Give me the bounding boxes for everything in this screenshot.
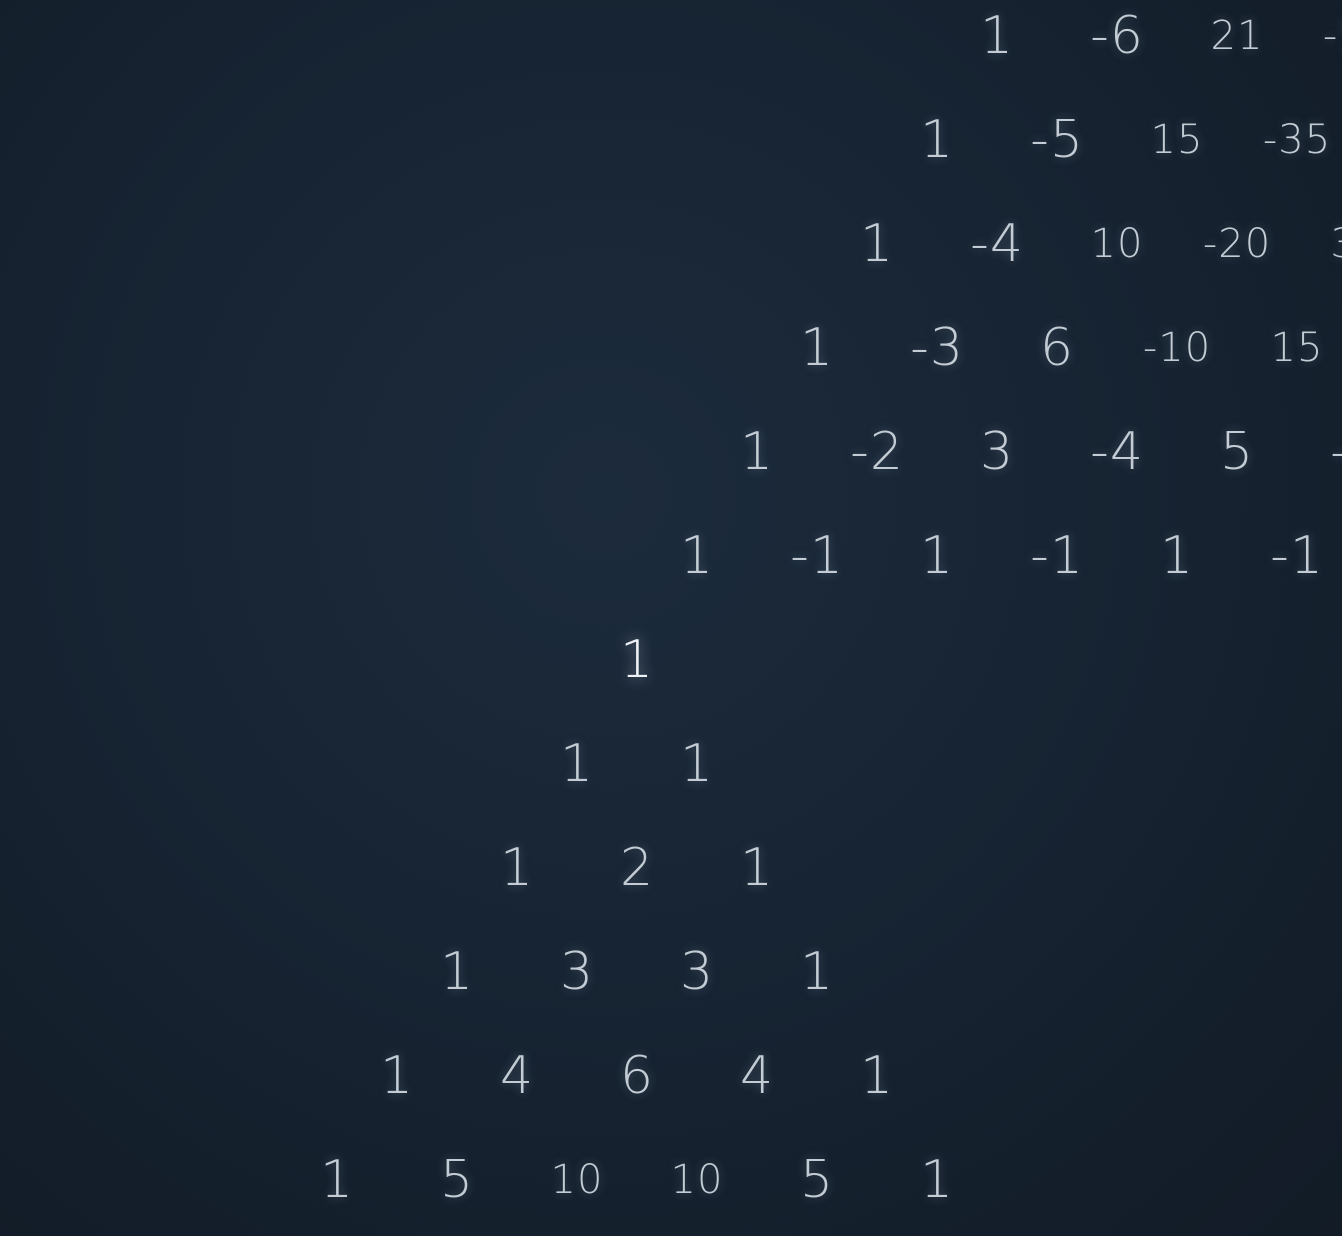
negative-row-4-entry-0: 1 <box>859 214 895 274</box>
negative-row-4-entry-2: 10 <box>1090 221 1144 267</box>
negative-row-1-entry-0: 1 <box>679 526 715 586</box>
negative-row-2-entry-2: 3 <box>979 422 1015 482</box>
positive-row-4-entry-2: 6 <box>619 1046 655 1106</box>
positive-row-4-entry-1: 4 <box>499 1046 535 1106</box>
negative-row-6-entry-0: 1 <box>979 6 1015 66</box>
positive-row-2-entry-2: 1 <box>739 838 775 898</box>
negative-row-2-entry-0: 1 <box>739 422 775 482</box>
negative-row-2-entry-4: 5 <box>1219 422 1255 482</box>
negative-row-3-entry-1: -3 <box>910 318 964 378</box>
positive-row-5-entry-3: 10 <box>670 1157 724 1203</box>
positive-row-1-entry-1: 1 <box>679 734 715 794</box>
positive-row-4-entry-0: 1 <box>379 1046 415 1106</box>
positive-row-3-entry-3: 1 <box>799 942 835 1002</box>
positive-row-5-entry-0: 1 <box>319 1150 355 1210</box>
negative-row-5-entry-3: -35 <box>1262 117 1332 163</box>
negative-row-4-entry-3: -20 <box>1202 221 1272 267</box>
positive-row-3-entry-1: 3 <box>559 942 595 1002</box>
negative-row-5-entry-1: -5 <box>1030 110 1084 170</box>
negative-row-4-entry-1: -4 <box>970 214 1024 274</box>
negative-row-6-entry-3: -56 <box>1322 13 1342 59</box>
negative-row-5-entry-0: 1 <box>919 110 955 170</box>
negative-row-3-entry-3: -10 <box>1142 325 1212 371</box>
negative-row-3-entry-0: 1 <box>799 318 835 378</box>
negative-row-2-entry-1: -2 <box>850 422 904 482</box>
positive-row-4-entry-3: 4 <box>739 1046 775 1106</box>
positive-row-5-entry-2: 10 <box>550 1157 604 1203</box>
negative-row-2-entry-5: -6 <box>1330 426 1342 478</box>
positive-row-5-entry-1: 5 <box>439 1150 475 1210</box>
positive-row-3-entry-0: 1 <box>439 942 475 1002</box>
negative-row-3-entry-4: 15 <box>1270 325 1324 371</box>
negative-row-5-entry-2: 15 <box>1150 117 1204 163</box>
negative-row-2-entry-3: -4 <box>1090 422 1144 482</box>
negative-row-1-entry-4: 1 <box>1159 526 1195 586</box>
positive-row-1-entry-0: 1 <box>559 734 595 794</box>
positive-row-2-entry-0: 1 <box>499 838 535 898</box>
positive-row-2-entry-1: 2 <box>619 838 655 898</box>
negative-row-6-entry-1: -6 <box>1090 6 1144 66</box>
negative-row-1-entry-3: -1 <box>1030 526 1084 586</box>
positive-row-4-entry-4: 1 <box>859 1046 895 1106</box>
negative-row-3-entry-2: 6 <box>1039 318 1075 378</box>
positive-row-5-entry-5: 1 <box>919 1150 955 1210</box>
negative-row-6-entry-2: 21 <box>1210 13 1264 59</box>
negative-row-1-entry-5: -1 <box>1270 526 1324 586</box>
apex-entry: 1 <box>619 630 655 690</box>
positive-row-5-entry-4: 5 <box>799 1150 835 1210</box>
number-triangle-diagram: 1 1 1 1 2 1 1 3 3 1 1 4 6 4 1 1 5 10 10 5 1 1 -1 1 -1 1 -1 1 -2 3 -4… <box>0 0 1342 1236</box>
negative-row-1-entry-1: -1 <box>790 526 844 586</box>
negative-row-1-entry-2: 1 <box>919 526 955 586</box>
positive-row-3-entry-2: 3 <box>679 942 715 1002</box>
negative-row-4-entry-4: 35 <box>1331 224 1342 264</box>
